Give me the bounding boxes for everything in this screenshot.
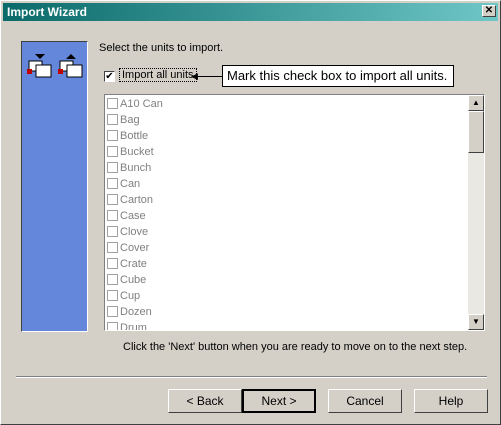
unit-list-item[interactable]: Crate [107,256,163,272]
unit-checkbox[interactable] [107,178,118,189]
unit-label: Bucket [120,146,154,158]
unit-label: Bunch [120,162,152,174]
unit-list-item[interactable]: Drum [107,320,163,331]
units-listbox[interactable]: A10 Can Bag Bottle Bucket Bunch Can Carton Case… [104,94,485,331]
unit-label: Crate [120,258,147,270]
unit-checkbox[interactable] [107,194,118,205]
unit-label: Cup [120,290,141,302]
scroll-down-button[interactable]: ▼ [468,314,484,330]
unit-checkbox[interactable] [107,290,118,301]
unit-checkbox[interactable] [107,242,118,253]
window-title: Import Wizard [7,5,87,19]
unit-label: Carton [120,194,154,206]
unit-checkbox[interactable] [107,130,118,141]
checkmark-icon: ✔ [105,71,114,82]
next-button[interactable]: Next > [242,389,316,413]
scroll-down-arrow-icon: ▼ [472,317,480,326]
import-all-label[interactable]: Import all units [119,68,197,82]
unit-label: Dozen [120,306,152,318]
unit-list-item[interactable]: Bag [107,112,163,128]
import-all-checkbox[interactable]: ✔ [104,71,115,82]
unit-checkbox[interactable] [107,226,118,237]
unit-label: Drum [120,322,147,331]
unit-label: Bottle [120,130,149,142]
close-button[interactable]: ✕ [482,5,496,17]
unit-label: Cover [120,242,150,254]
unit-list-item[interactable]: Bunch [107,160,163,176]
callout-tooltip: Mark this check box to import all units. [222,65,454,87]
unit-checkbox[interactable] [107,210,118,221]
scroll-thumb[interactable] [468,111,484,153]
unit-list-item[interactable]: Cover [107,240,163,256]
instructions-text: Select the units to import. [99,42,224,54]
unit-checkbox[interactable] [107,258,118,269]
unit-list-item[interactable]: Bucket [107,144,163,160]
unit-list-item[interactable]: Can [107,176,163,192]
back-button[interactable]: < Back [168,389,242,413]
import-units-icon [27,54,83,78]
unit-label: Bag [120,114,140,126]
unit-checkbox[interactable] [107,162,118,173]
unit-checkbox[interactable] [107,274,118,285]
cancel-button[interactable]: Cancel [328,389,402,413]
unit-checkbox[interactable] [107,146,118,157]
unit-list-item[interactable]: Dozen [107,304,163,320]
unit-checkbox[interactable] [107,306,118,317]
unit-checkbox[interactable] [107,114,118,125]
unit-label: Cube [120,274,147,286]
callout-pointer-line [197,76,222,77]
side-panel-graphic [21,41,88,332]
close-icon: ✕ [484,5,494,16]
unit-label: Clove [120,226,149,238]
scroll-up-button[interactable]: ▲ [468,95,484,111]
unit-list-item[interactable]: Bottle [107,128,163,144]
units-list: A10 Can Bag Bottle Bucket Bunch Can Carton Case… [107,96,163,331]
unit-label: A10 Can [120,98,163,110]
unit-list-item[interactable]: A10 Can [107,96,163,112]
separator-line [16,376,487,378]
vertical-scrollbar[interactable]: ▲ ▼ [468,95,484,330]
unit-checkbox[interactable] [107,322,118,330]
scroll-up-arrow-icon: ▲ [472,98,480,107]
unit-checkbox[interactable] [107,98,118,109]
unit-list-item[interactable]: Case [107,208,163,224]
unit-list-item[interactable]: Clove [107,224,163,240]
unit-list-item[interactable]: Cube [107,272,163,288]
unit-list-item[interactable]: Carton [107,192,163,208]
help-button[interactable]: Help [414,389,488,413]
unit-label: Can [120,178,141,190]
title-bar[interactable]: Import Wizard ✕ [3,3,498,21]
next-step-hint: Click the 'Next' button when you are rea… [123,341,468,353]
unit-list-item[interactable]: Cup [107,288,163,304]
import-wizard-window: Import Wizard ✕ Select the units to impo… [0,0,501,425]
unit-label: Case [120,210,146,222]
